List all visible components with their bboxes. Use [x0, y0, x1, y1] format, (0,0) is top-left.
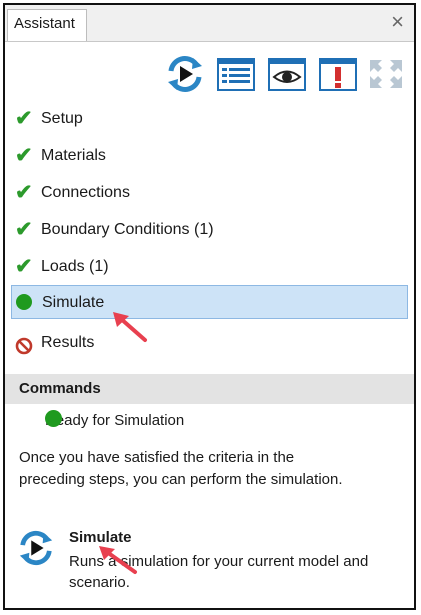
step-label: Boundary Conditions (1)	[41, 221, 214, 238]
step-results[interactable]: Results	[11, 326, 408, 360]
commands-description: Once you have satisfied the criteria in …	[19, 449, 343, 488]
step-label: Connections	[41, 184, 130, 201]
step-simulate[interactable]: Simulate	[11, 285, 408, 319]
ready-status: Ready for Simulation	[15, 410, 184, 432]
annotation-arrow	[113, 312, 147, 342]
simulate-icon[interactable]	[17, 529, 55, 567]
simulate-icon[interactable]	[165, 54, 205, 94]
status-dot-icon	[16, 294, 38, 312]
step-materials[interactable]: ✔ Materials	[11, 139, 408, 173]
assistant-panel: Assistant × ✔ Setup ✔ Materials ✔ Connec…	[3, 3, 416, 610]
step-label: Setup	[41, 110, 83, 127]
status-dot-icon	[45, 410, 62, 427]
checkmark-icon: ✔	[15, 107, 33, 130]
step-label: Results	[41, 334, 95, 351]
step-label: Simulate	[42, 294, 105, 311]
checkmark-icon: ✔	[15, 144, 33, 167]
list-icon[interactable]	[216, 54, 256, 94]
step-setup[interactable]: ✔ Setup	[11, 102, 408, 136]
checkmark-icon: ✔	[15, 181, 33, 204]
step-label: Materials	[41, 147, 106, 164]
checkmark-icon: ✔	[15, 218, 33, 241]
close-icon[interactable]: ×	[391, 10, 404, 34]
blocked-icon	[15, 334, 37, 355]
step-connections[interactable]: ✔ Connections	[11, 176, 408, 210]
refresh-disabled-icon	[366, 54, 406, 94]
toolbar	[5, 54, 414, 96]
ready-label: Ready for Simulation	[45, 412, 185, 429]
checkmark-icon: ✔	[15, 255, 33, 278]
panel-body: ✔ Setup ✔ Materials ✔ Connections ✔ Boun…	[5, 42, 414, 608]
commands-header: Commands	[5, 374, 414, 404]
step-label: Loads (1)	[41, 258, 109, 275]
warning-icon[interactable]	[318, 54, 358, 94]
step-boundary-conditions[interactable]: ✔ Boundary Conditions (1)	[11, 213, 408, 247]
tab-bar: Assistant ×	[5, 5, 414, 42]
annotation-arrow	[99, 546, 137, 574]
step-loads[interactable]: ✔ Loads (1)	[11, 250, 408, 284]
eye-icon[interactable]	[267, 54, 307, 94]
tab-assistant[interactable]: Assistant	[7, 9, 87, 41]
